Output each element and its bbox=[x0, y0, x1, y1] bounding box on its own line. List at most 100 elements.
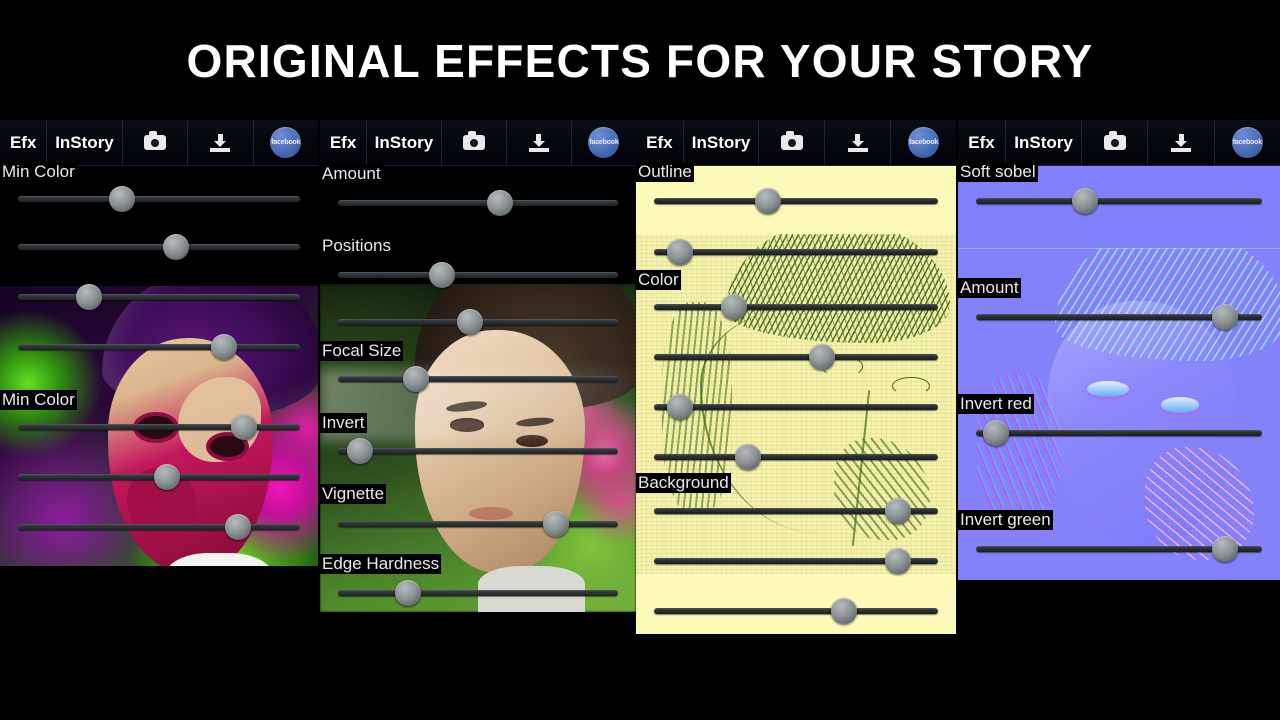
slider-track[interactable] bbox=[654, 404, 938, 410]
slider-thumb[interactable] bbox=[403, 366, 430, 392]
slider-row[interactable] bbox=[636, 444, 956, 470]
slider-row[interactable] bbox=[958, 420, 1280, 446]
slider-row[interactable] bbox=[0, 414, 318, 440]
slider-track[interactable] bbox=[976, 430, 1262, 436]
slider-row[interactable] bbox=[958, 188, 1280, 214]
slider-row[interactable] bbox=[636, 598, 956, 624]
slider-thumb[interactable] bbox=[720, 294, 747, 320]
slider-row[interactable] bbox=[958, 304, 1280, 330]
facebook-share-button[interactable]: facebook bbox=[891, 120, 956, 165]
slider-row[interactable] bbox=[0, 334, 318, 360]
slider-thumb[interactable] bbox=[154, 464, 181, 490]
slider-thumb[interactable] bbox=[808, 344, 835, 370]
slider-row[interactable] bbox=[0, 234, 318, 260]
slider-row[interactable] bbox=[320, 511, 636, 537]
slider-thumb[interactable] bbox=[347, 438, 374, 464]
slider-thumb[interactable] bbox=[75, 284, 102, 310]
slider-row[interactable] bbox=[636, 498, 956, 524]
download-button[interactable] bbox=[507, 120, 572, 165]
slider-thumb[interactable] bbox=[885, 548, 912, 574]
slider-thumb[interactable] bbox=[666, 239, 693, 265]
tab-instory[interactable]: InStory bbox=[367, 120, 442, 165]
slider-row[interactable] bbox=[636, 548, 956, 574]
download-button[interactable] bbox=[1148, 120, 1215, 165]
slider-thumb[interactable] bbox=[224, 514, 251, 540]
slider-row[interactable] bbox=[0, 284, 318, 310]
slider-row[interactable] bbox=[958, 536, 1280, 562]
tab-efx[interactable]: Efx bbox=[0, 120, 48, 165]
slider-thumb[interactable] bbox=[487, 190, 514, 216]
slider-track[interactable] bbox=[338, 376, 618, 382]
slider-row[interactable] bbox=[0, 186, 318, 212]
slider-track[interactable] bbox=[18, 244, 300, 250]
control-group: Invert green bbox=[958, 510, 1280, 530]
slider-track[interactable] bbox=[338, 272, 618, 278]
slider-track[interactable] bbox=[18, 424, 300, 430]
control-group: Color bbox=[636, 270, 956, 290]
camera-button[interactable] bbox=[1082, 120, 1149, 165]
facebook-share-button[interactable]: facebook bbox=[254, 120, 318, 165]
slider-thumb[interactable] bbox=[1211, 536, 1238, 562]
slider-track[interactable] bbox=[654, 608, 938, 614]
slider-thumb[interactable] bbox=[543, 511, 570, 537]
tab-instory[interactable]: InStory bbox=[1006, 120, 1083, 165]
slider-track[interactable] bbox=[654, 198, 938, 204]
slider-track[interactable] bbox=[654, 454, 938, 460]
camera-button[interactable] bbox=[123, 120, 189, 165]
slider-thumb[interactable] bbox=[230, 414, 257, 440]
slider-thumb[interactable] bbox=[395, 580, 421, 606]
slider-row[interactable] bbox=[320, 190, 636, 216]
slider-thumb[interactable] bbox=[109, 186, 136, 212]
tab-instory[interactable]: InStory bbox=[47, 120, 123, 165]
tab-efx[interactable]: Efx bbox=[320, 120, 368, 165]
slider-thumb[interactable] bbox=[1071, 188, 1098, 214]
slider-thumb[interactable] bbox=[831, 598, 858, 624]
slider-row[interactable] bbox=[320, 262, 636, 288]
download-button[interactable] bbox=[825, 120, 892, 165]
slider-track[interactable] bbox=[338, 448, 618, 454]
slider-thumb[interactable] bbox=[210, 334, 237, 360]
slider-thumb[interactable] bbox=[734, 444, 761, 470]
slider-row[interactable] bbox=[636, 344, 956, 370]
slider-thumb[interactable] bbox=[983, 420, 1010, 446]
slider-track[interactable] bbox=[18, 344, 300, 350]
tab-instory[interactable]: InStory bbox=[684, 120, 760, 165]
slider-background-3 bbox=[654, 598, 938, 624]
slider-row[interactable] bbox=[320, 580, 636, 606]
slider-row[interactable] bbox=[0, 464, 318, 490]
slider-row[interactable] bbox=[320, 366, 636, 392]
camera-button[interactable] bbox=[759, 120, 826, 165]
slider-thumb[interactable] bbox=[666, 394, 693, 420]
facebook-share-button[interactable]: facebook bbox=[1215, 120, 1280, 165]
slider-row[interactable] bbox=[636, 394, 956, 420]
slider-track[interactable] bbox=[18, 196, 300, 202]
camera-button[interactable] bbox=[442, 120, 507, 165]
slider-track[interactable] bbox=[976, 198, 1262, 204]
slider-track[interactable] bbox=[654, 304, 938, 310]
slider-thumb[interactable] bbox=[1211, 304, 1238, 330]
facebook-share-button[interactable]: facebook bbox=[572, 120, 636, 165]
tab-efx[interactable]: Efx bbox=[636, 120, 684, 165]
slider-thumb[interactable] bbox=[456, 309, 483, 335]
slider-thumb[interactable] bbox=[754, 188, 781, 214]
slider-row[interactable] bbox=[636, 239, 956, 265]
slider-row[interactable] bbox=[0, 514, 318, 540]
slider-row[interactable] bbox=[636, 294, 956, 320]
download-button[interactable] bbox=[188, 120, 254, 165]
slider-track[interactable] bbox=[338, 590, 618, 596]
slider-track[interactable] bbox=[338, 200, 618, 206]
slider-track[interactable] bbox=[654, 249, 938, 255]
slider-track[interactable] bbox=[654, 354, 938, 360]
slider-track[interactable] bbox=[18, 294, 300, 300]
slider-track[interactable] bbox=[18, 524, 300, 530]
slider-thumb[interactable] bbox=[162, 234, 189, 260]
slider-track[interactable] bbox=[338, 521, 618, 527]
slider-thumb[interactable] bbox=[885, 498, 912, 524]
slider-thumb[interactable] bbox=[428, 262, 455, 288]
slider-label: Focal Size bbox=[320, 341, 404, 361]
slider-row[interactable] bbox=[636, 188, 956, 214]
slider-invert bbox=[338, 438, 618, 464]
slider-row[interactable] bbox=[320, 309, 636, 335]
slider-row[interactable] bbox=[320, 438, 636, 464]
tab-efx[interactable]: Efx bbox=[958, 120, 1007, 165]
